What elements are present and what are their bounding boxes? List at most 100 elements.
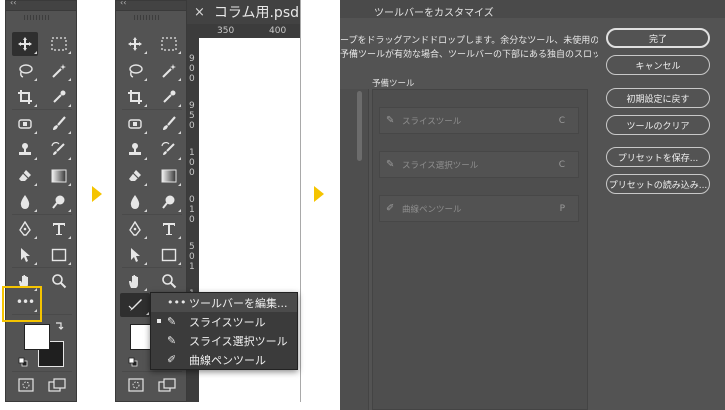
screen-mode-icon[interactable]	[158, 377, 176, 396]
zoom-tool-icon[interactable]	[46, 269, 72, 293]
menu-item-label: スライス選択ツール	[189, 334, 288, 348]
foreground-color-swatch[interactable]	[24, 324, 50, 350]
pen-tool-icon[interactable]	[12, 217, 38, 241]
clone-stamp-tool-icon[interactable]	[12, 138, 38, 162]
magic-wand-tool-icon[interactable]	[46, 59, 72, 83]
slice-tool-icon: ✎	[386, 115, 395, 126]
gradient-tool-icon[interactable]	[46, 164, 72, 188]
zoom-tool-icon[interactable]	[156, 269, 182, 293]
close-icon[interactable]: ×	[194, 5, 205, 20]
marquee-tool-icon[interactable]	[156, 32, 182, 56]
lasso-tool-icon[interactable]	[122, 59, 148, 83]
brush-tool-icon[interactable]	[46, 112, 72, 136]
menu-item[interactable]: ✐ 曲線ペンツール	[151, 350, 297, 369]
path-selection-tool-icon[interactable]	[122, 243, 148, 267]
toolbar-panel-1: ‹‹ •••	[5, 0, 77, 402]
clear-tools-button[interactable]: ツールのクリア	[606, 115, 710, 135]
default-colors-icon[interactable]	[128, 352, 138, 371]
toolbar-separator	[122, 267, 182, 268]
rectangle-tool-icon[interactable]	[46, 243, 72, 267]
tool-context-menu: ••• ツールバーを編集... ✎ スライスツール ✎ スライス選択ツール ✐ 曲線ペンツール	[150, 292, 298, 370]
ellipsis-icon: •••	[167, 296, 187, 309]
dodge-tool-icon[interactable]	[46, 190, 72, 214]
quick-mask-icon[interactable]	[128, 377, 144, 396]
healing-brush-tool-icon[interactable]	[12, 112, 38, 136]
type-tool-icon[interactable]	[156, 217, 182, 241]
restore-defaults-button[interactable]: 初期設定に戻す	[606, 88, 710, 108]
horizontal-ruler: 350 400	[187, 24, 300, 38]
eyedropper-tool-icon[interactable]	[156, 85, 182, 109]
customize-toolbar-dialog: ツールバーをカスタマイズ ープをドラッグアンドドロップします。余分なツール、未使…	[340, 0, 725, 410]
crop-tool-icon[interactable]	[122, 85, 148, 109]
history-brush-tool-icon[interactable]	[46, 138, 72, 162]
menu-item[interactable]: ✎ スライスツール	[151, 312, 297, 331]
cancel-button[interactable]: キャンセル	[606, 55, 710, 75]
rectangle-tool-icon[interactable]	[156, 243, 182, 267]
type-tool-icon[interactable]	[46, 217, 72, 241]
ruler-label: 1	[189, 205, 195, 215]
dialog-description-line: ープをドラッグアンドドロップします。余分なツール、未使用のツー	[340, 36, 598, 46]
blur-tool-icon[interactable]	[122, 190, 148, 214]
ruler-label: 0	[189, 121, 195, 131]
done-button[interactable]: 完了	[606, 28, 710, 48]
swap-colors-icon[interactable]	[54, 321, 64, 334]
extra-tool-label: スライスツール	[402, 116, 462, 127]
scrollbar-thumb[interactable]	[357, 91, 362, 161]
step-arrow	[92, 186, 102, 202]
menu-item[interactable]: ✎ スライス選択ツール	[151, 331, 297, 350]
pen-tool-icon[interactable]	[122, 217, 148, 241]
toolbar-separator	[122, 109, 182, 110]
extra-tool-item[interactable]: ✐ 曲線ペンツール P	[379, 195, 579, 222]
screen-mode-icon[interactable]	[48, 377, 66, 396]
toolbar-grip[interactable]	[134, 15, 160, 20]
move-tool-icon[interactable]	[122, 32, 148, 56]
save-preset-button[interactable]: プリセットを保存...	[606, 147, 710, 167]
document-tab[interactable]: × コラム用.psd @	[187, 0, 300, 24]
toolbar-header: ‹‹	[6, 0, 76, 11]
ruler-label: 9	[189, 101, 195, 111]
toolbar-separator	[12, 371, 72, 372]
toolbar-separator	[12, 109, 72, 110]
active-bullet-icon	[157, 319, 161, 323]
toolbar-grip[interactable]	[24, 15, 50, 20]
ruler-label: 0	[189, 74, 195, 84]
toolbar-header: ‹‹	[116, 0, 186, 11]
ruler-label: 400	[269, 26, 287, 36]
dialog-description-line: 予備ツールが有効な場合、ツールバーの下部にある独自のスロットに	[340, 50, 598, 60]
collapse-icon[interactable]: ‹‹	[10, 0, 16, 7]
clone-stamp-tool-icon[interactable]	[122, 138, 148, 162]
extra-tool-item[interactable]: ✎ スライスツール C	[379, 107, 579, 134]
load-preset-button[interactable]: プリセットの読み込み...	[606, 174, 710, 194]
history-brush-tool-icon[interactable]	[156, 138, 182, 162]
ruler-label: 5	[189, 111, 195, 121]
menu-item[interactable]: ••• ツールバーを編集...	[151, 293, 297, 312]
blur-tool-icon[interactable]	[12, 190, 38, 214]
dodge-tool-icon[interactable]	[156, 190, 182, 214]
extra-tool-item[interactable]: ✎ スライス選択ツール C	[379, 151, 579, 178]
crop-tool-icon[interactable]	[12, 85, 38, 109]
slice-tool-icon: ✎	[167, 315, 177, 328]
brush-tool-icon[interactable]	[156, 112, 182, 136]
highlight-frame	[2, 286, 42, 322]
toolbar-separator	[12, 214, 72, 215]
lasso-tool-icon[interactable]	[12, 59, 38, 83]
eraser-tool-icon[interactable]	[122, 164, 148, 188]
slice-tool-icon[interactable]	[120, 293, 150, 317]
eyedropper-tool-icon[interactable]	[46, 85, 72, 109]
move-tool-icon[interactable]	[12, 32, 38, 56]
extra-tool-shortcut: C	[558, 159, 565, 170]
default-colors-icon[interactable]	[18, 352, 28, 371]
gradient-tool-icon[interactable]	[156, 164, 182, 188]
ruler-label: 0	[189, 195, 195, 205]
healing-brush-tool-icon[interactable]	[122, 112, 148, 136]
extra-tool-label: スライス選択ツール	[402, 160, 479, 171]
quick-mask-icon[interactable]	[18, 377, 34, 396]
magic-wand-tool-icon[interactable]	[156, 59, 182, 83]
marquee-tool-icon[interactable]	[46, 32, 72, 56]
dialog-title: ツールバーをカスタマイズ	[374, 8, 494, 19]
path-selection-tool-icon[interactable]	[12, 243, 38, 267]
eraser-tool-icon[interactable]	[12, 164, 38, 188]
menu-item-label: 曲線ペンツール	[189, 353, 266, 367]
collapse-icon[interactable]: ‹‹	[120, 0, 126, 7]
hand-tool-icon[interactable]	[122, 269, 148, 293]
